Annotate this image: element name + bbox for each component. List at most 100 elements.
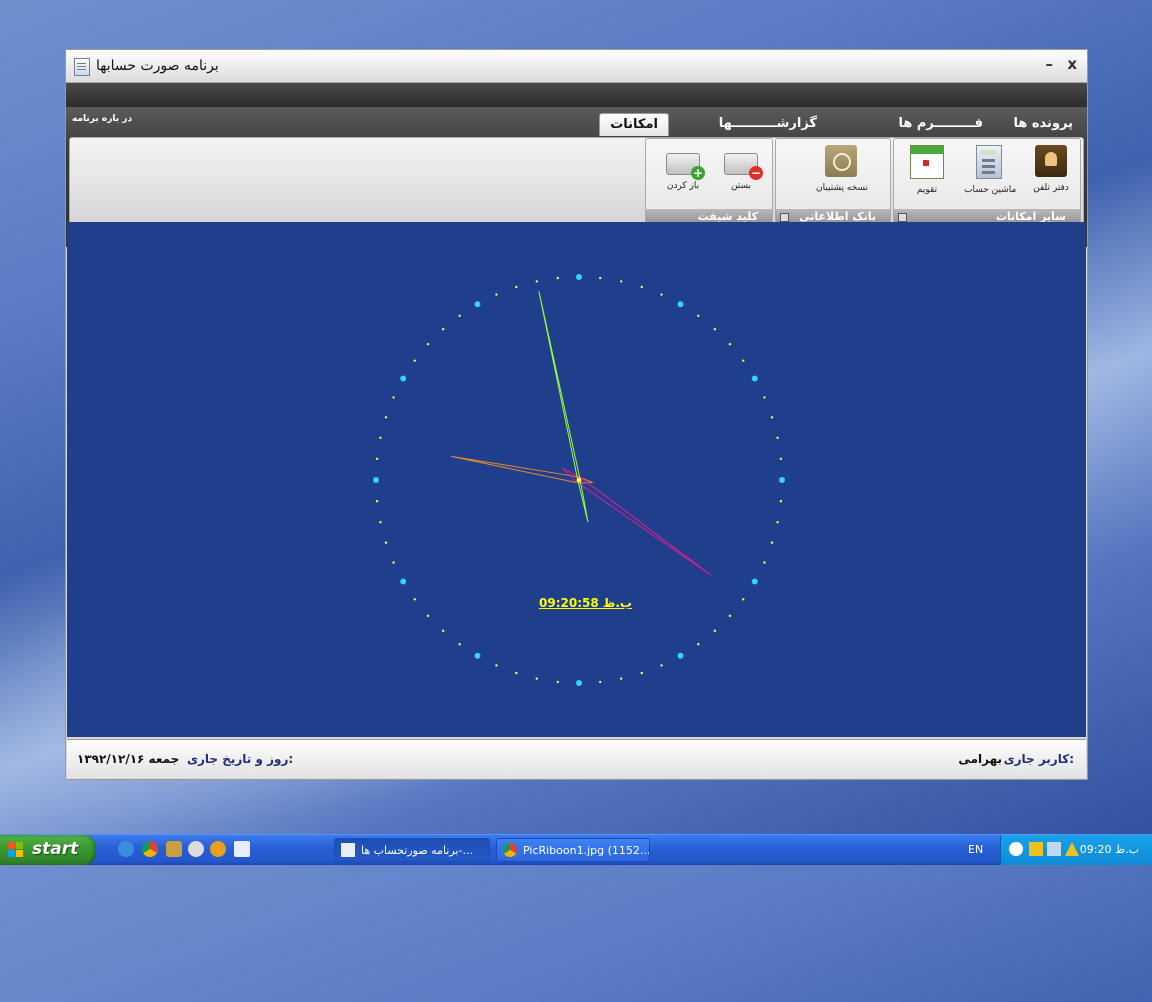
tray-clock: 09:20 ب.ظ (1079, 843, 1139, 856)
current-date-value: جمعه ۱۳۹۲/۱۲/۱۶ (77, 752, 180, 766)
status-bar: کاربر جاری: بهرامی روز و تاریخ جاری: جمع… (67, 739, 1086, 778)
minute-marker (660, 293, 663, 296)
digital-clock: ب.ظ 09:20:58 (539, 596, 632, 610)
minute-marker (620, 280, 623, 283)
title-bar[interactable]: برنامه صورت حسابها – x (66, 50, 1087, 83)
hour-marker (751, 375, 758, 382)
calendar-label: تقویم (916, 185, 938, 195)
hour-marker (576, 274, 582, 280)
group-shift-key: − بستن + باز کردن کلید شیفت (645, 138, 773, 226)
minute-marker (697, 314, 700, 317)
minute-marker (556, 680, 559, 684)
tab-features[interactable]: امکانات (599, 113, 669, 136)
window-title: برنامه صورت حسابها (96, 58, 219, 74)
minute-marker (742, 359, 745, 362)
chrome-icon[interactable] (142, 841, 158, 857)
header-band (66, 83, 1087, 107)
minute-marker (776, 436, 779, 439)
task-app-window[interactable]: برنامه صورتحساب ها-... (334, 838, 490, 862)
minute-marker (413, 598, 416, 601)
hour-marker (400, 578, 407, 585)
current-user-label: کاربر جاری: (1003, 752, 1074, 766)
tab-reports[interactable]: گزارشــــــــــها (719, 113, 817, 135)
expand-icon[interactable] (780, 213, 789, 222)
task-image-viewer[interactable]: PicRiboon1.jpg (1152... (496, 838, 650, 862)
minute-marker (640, 285, 643, 289)
minute-marker (779, 457, 783, 460)
minute-marker (660, 664, 663, 667)
close-button[interactable]: x (1067, 55, 1077, 73)
hour-marker (677, 652, 684, 659)
calculator-button[interactable]: ماشین حساب (964, 145, 1017, 195)
minute-marker (458, 314, 461, 317)
calculator-label: ماشین حساب (964, 185, 1017, 195)
tab-files[interactable]: پرونده ها (1013, 113, 1073, 135)
document-icon[interactable] (234, 841, 250, 857)
minute-marker (728, 614, 732, 618)
player-icon[interactable] (210, 841, 226, 857)
media-icon[interactable] (188, 841, 204, 857)
start-button[interactable]: start (0, 835, 96, 865)
minute-marker (413, 359, 416, 362)
phonebook-icon (1035, 145, 1067, 177)
language-indicator[interactable]: EN (968, 843, 983, 856)
calendar-icon (910, 145, 944, 179)
chrome-icon (503, 843, 517, 857)
app-document-icon (341, 843, 355, 857)
security-shield-icon[interactable] (1029, 842, 1043, 856)
network-icon[interactable] (1047, 842, 1061, 856)
minute-marker (458, 643, 461, 646)
backup-label: نسخه پشتیبان (816, 183, 869, 193)
minute-marker (515, 285, 518, 289)
minute-marker (495, 664, 498, 667)
hour-marker (751, 578, 758, 585)
minute-marker (535, 677, 538, 680)
shift-lock-button[interactable]: − بستن (716, 145, 766, 191)
minute-marker (713, 629, 717, 633)
shift-unlock-button[interactable]: + باز کردن (658, 145, 708, 191)
minute-marker (384, 416, 388, 419)
minute-marker (441, 629, 445, 633)
tool-icon[interactable] (166, 841, 182, 857)
minimize-button[interactable]: – (1046, 55, 1054, 73)
group-database: نسخه پشتیبان بانک اطلاعاتی (775, 138, 891, 226)
minute-marker (556, 276, 559, 280)
minute-marker (392, 561, 395, 564)
about-link[interactable]: در باره برنامه (72, 114, 132, 124)
minute-marker (426, 342, 430, 346)
minute-marker (599, 276, 602, 280)
chevron-left-icon[interactable] (1009, 842, 1023, 856)
internet-explorer-icon[interactable] (118, 841, 134, 857)
keyboard-unlock-icon: + (666, 153, 705, 180)
ribbon-panel: دفتر تلفن ماشین حساب تقویم سایر امکانات … (69, 137, 1084, 227)
keyboard-lock-icon: − (724, 153, 763, 180)
group-other-features: دفتر تلفن ماشین حساب تقویم سایر امکانات (893, 138, 1081, 226)
minute-marker (697, 643, 700, 646)
task-image-label: PicRiboon1.jpg (1152... (523, 844, 650, 857)
minute-marker (426, 614, 430, 618)
phonebook-button[interactable]: دفتر تلفن (1026, 145, 1076, 193)
minute-hand (562, 467, 712, 576)
minute-marker (392, 396, 395, 399)
expand-icon[interactable] (898, 213, 907, 222)
calendar-button[interactable]: تقویم (902, 145, 952, 195)
minute-marker (535, 280, 538, 283)
app-document-icon (74, 58, 90, 76)
warning-icon[interactable] (1065, 842, 1079, 856)
tab-forms[interactable]: فـــــــــرم ها (898, 113, 983, 135)
minute-marker (776, 521, 779, 524)
hour-marker (474, 652, 481, 659)
minute-marker (375, 457, 379, 460)
hour-marker (373, 477, 379, 483)
minute-marker (515, 671, 518, 675)
start-label: start (32, 839, 79, 859)
hour-marker (474, 301, 481, 308)
backup-button[interactable]: نسخه پشتیبان (816, 145, 869, 193)
clock-center-pin (576, 477, 582, 483)
current-date-label: روز و تاریخ جاری: (187, 752, 294, 766)
shift-lock-label: بستن (730, 181, 752, 191)
minute-marker (763, 561, 766, 564)
minute-marker (384, 541, 388, 544)
minute-marker (495, 293, 498, 296)
backup-icon (825, 145, 857, 177)
